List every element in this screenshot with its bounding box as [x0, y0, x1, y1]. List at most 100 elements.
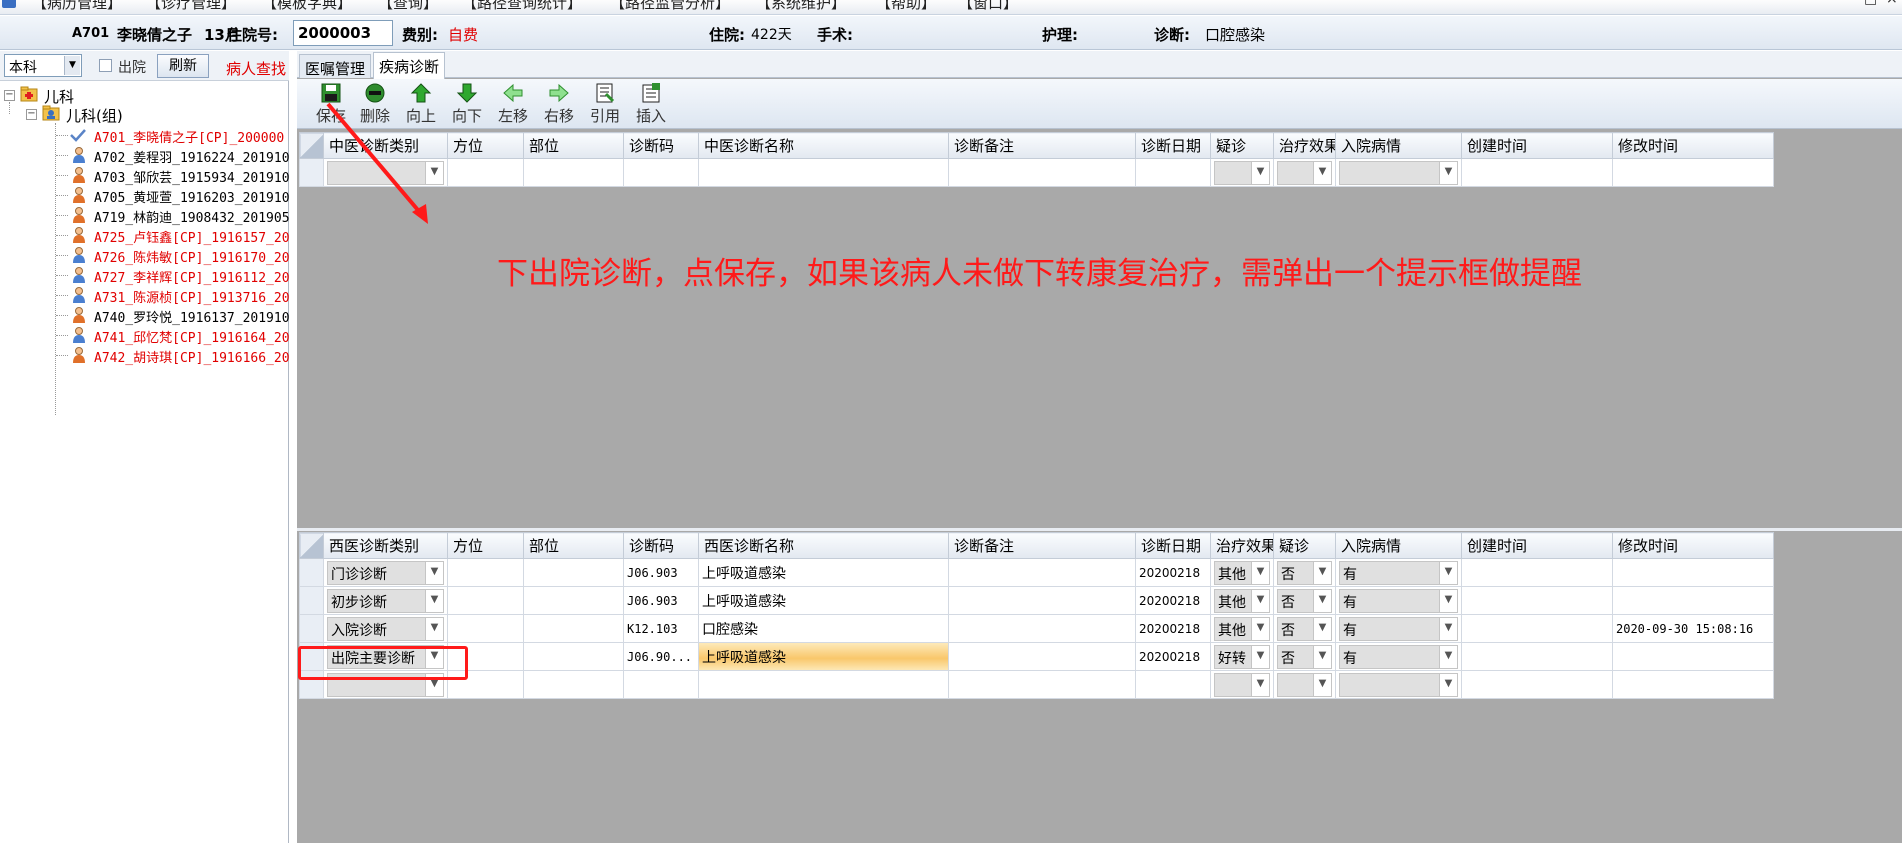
admit-combo[interactable]: 有 ▼: [1339, 588, 1458, 613]
chevron-down-icon[interactable]: ▼: [1251, 561, 1269, 584]
menu-item-treatment[interactable]: 【诊疗管理】: [146, 0, 236, 13]
tree-collapse-icon[interactable]: −: [26, 109, 37, 120]
table-row-new[interactable]: ▼ ▼ ▼ ▼: [299, 670, 1774, 699]
column-header[interactable]: 疑诊: [1273, 532, 1336, 559]
grid-cell[interactable]: [1135, 670, 1211, 699]
maximize-button[interactable]: □: [1864, 0, 1877, 7]
column-header[interactable]: 诊断日期: [1135, 132, 1211, 159]
effect-combo[interactable]: 其他 ▼: [1214, 560, 1270, 585]
column-header[interactable]: 中医诊断名称: [698, 132, 949, 159]
grid-cell[interactable]: [948, 158, 1136, 187]
side-cell[interactable]: [447, 614, 524, 643]
insert-button[interactable]: 插入: [629, 81, 673, 127]
menu-item-template[interactable]: 【模板字典】: [262, 0, 352, 13]
column-header[interactable]: 治疗效果: [1210, 532, 1274, 559]
tab-orders[interactable]: 医嘱管理: [299, 54, 372, 78]
date-cell[interactable]: 20200218: [1135, 614, 1211, 643]
chevron-down-icon[interactable]: ▼: [1251, 645, 1269, 668]
table-row[interactable]: 入院诊断 ▼ K12.103 口腔感染 20200218 其他 ▼ 否 ▼ 有 ▼ 20…: [299, 614, 1774, 643]
column-header[interactable]: 创建时间: [1461, 532, 1613, 559]
chevron-down-icon[interactable]: ▼: [1251, 673, 1269, 696]
admit-cell[interactable]: 有 ▼: [1335, 642, 1462, 671]
admit-combo[interactable]: ▼: [1339, 160, 1458, 185]
chevron-down-icon[interactable]: ▼: [1439, 617, 1457, 640]
side-cell[interactable]: [447, 558, 524, 587]
admit-cell[interactable]: 有 ▼: [1335, 614, 1462, 643]
column-header[interactable]: 西医诊断类别: [323, 532, 448, 559]
grid-cell[interactable]: [523, 158, 624, 187]
tree-group-label[interactable]: 儿科(组): [66, 105, 123, 126]
effect-cell[interactable]: 其他 ▼: [1210, 586, 1274, 615]
column-header[interactable]: 治疗效果: [1273, 132, 1336, 159]
chevron-down-icon[interactable]: ▼: [1313, 589, 1331, 612]
grid-cell[interactable]: [623, 670, 699, 699]
column-header[interactable]: 诊断备注: [948, 532, 1136, 559]
created-cell[interactable]: [1461, 614, 1613, 643]
category-combo[interactable]: 初步诊断 ▼: [327, 588, 444, 613]
suspect-cell[interactable]: 否 ▼: [1273, 614, 1336, 643]
minimize-button[interactable]: –: [1840, 0, 1847, 7]
table-row[interactable]: 门诊诊断 ▼ J06.903 上呼吸道感染 20200218 其他 ▼ 否 ▼ 有 ▼: [299, 558, 1774, 587]
category-combo[interactable]: 入院诊断 ▼: [327, 616, 444, 641]
modified-cell[interactable]: 2020-09-30 15:08:16: [1612, 614, 1774, 643]
chevron-down-icon[interactable]: ▼: [1439, 645, 1457, 668]
effect-combo[interactable]: ▼: [1214, 672, 1270, 697]
effect-cell[interactable]: 其他 ▼: [1210, 614, 1274, 643]
tree-root-label[interactable]: 儿科: [44, 86, 74, 107]
column-header[interactable]: 西医诊断名称: [698, 532, 949, 559]
tree-collapse-icon[interactable]: −: [4, 90, 15, 101]
site-cell[interactable]: [523, 614, 624, 643]
effect-cell[interactable]: ▼: [1273, 158, 1336, 187]
move-left-button[interactable]: 左移: [491, 81, 535, 127]
chevron-down-icon[interactable]: ▼: [1313, 645, 1331, 668]
column-header[interactable]: 创建时间: [1461, 132, 1613, 159]
suspect-cell[interactable]: 否 ▼: [1273, 642, 1336, 671]
admit-cell[interactable]: 有 ▼: [1335, 558, 1462, 587]
chevron-down-icon[interactable]: ▼: [1313, 161, 1331, 184]
created-cell[interactable]: [1461, 586, 1613, 615]
column-header[interactable]: 诊断码: [623, 532, 699, 559]
suspect-cell[interactable]: ▼: [1210, 158, 1274, 187]
suspect-combo[interactable]: ▼: [1214, 160, 1270, 185]
suspect-combo[interactable]: 否 ▼: [1277, 644, 1332, 669]
note-cell[interactable]: [948, 614, 1136, 643]
column-header[interactable]: 部位: [523, 532, 624, 559]
column-header[interactable]: 修改时间: [1612, 132, 1774, 159]
move-down-button[interactable]: 向下: [445, 81, 489, 127]
admit-combo[interactable]: 有 ▼: [1339, 644, 1458, 669]
code-cell[interactable]: J06.903: [623, 586, 699, 615]
inpatient-number-field[interactable]: 2000003: [293, 20, 393, 46]
column-header[interactable]: 诊断日期: [1135, 532, 1211, 559]
note-cell[interactable]: [948, 558, 1136, 587]
date-cell[interactable]: 20200218: [1135, 586, 1211, 615]
row-header[interactable]: [299, 614, 324, 643]
category-cell[interactable]: 初步诊断 ▼: [323, 586, 448, 615]
chevron-down-icon[interactable]: ▼: [425, 561, 443, 584]
chevron-down-icon[interactable]: ▼: [1439, 673, 1457, 696]
move-right-button[interactable]: 右移: [537, 81, 581, 127]
date-cell[interactable]: 20200218: [1135, 558, 1211, 587]
suspect-cell[interactable]: 否 ▼: [1273, 558, 1336, 587]
column-header[interactable]: 入院病情: [1335, 132, 1462, 159]
suspect-cell[interactable]: 否 ▼: [1273, 586, 1336, 615]
chevron-down-icon[interactable]: ▼: [1313, 561, 1331, 584]
effect-combo[interactable]: 其他 ▼: [1214, 588, 1270, 613]
site-cell[interactable]: [523, 586, 624, 615]
patient-search-link[interactable]: 病人查找: [226, 58, 286, 79]
note-cell[interactable]: [948, 586, 1136, 615]
discharged-checkbox[interactable]: [99, 59, 112, 72]
code-cell[interactable]: J06.90...: [623, 642, 699, 671]
splitter[interactable]: [297, 528, 1902, 531]
name-cell[interactable]: 上呼吸道感染: [698, 642, 949, 671]
column-header[interactable]: 诊断码: [623, 132, 699, 159]
grid-cell[interactable]: [1461, 670, 1613, 699]
grid-cell[interactable]: [623, 158, 699, 187]
suspect-combo[interactable]: ▼: [1277, 672, 1332, 697]
table-row-selected[interactable]: 出院主要诊断 ▼ J06.90... 上呼吸道感染 20200218 好转 ▼ 否 ▼…: [299, 642, 1774, 671]
grid-cell[interactable]: [948, 670, 1136, 699]
menu-item-system[interactable]: 【系统维护】: [756, 0, 846, 13]
effect-cell[interactable]: 好转 ▼: [1210, 642, 1274, 671]
chevron-down-icon[interactable]: ▼: [425, 617, 443, 640]
effect-combo[interactable]: ▼: [1277, 160, 1332, 185]
close-button[interactable]: ×: [1886, 0, 1898, 7]
